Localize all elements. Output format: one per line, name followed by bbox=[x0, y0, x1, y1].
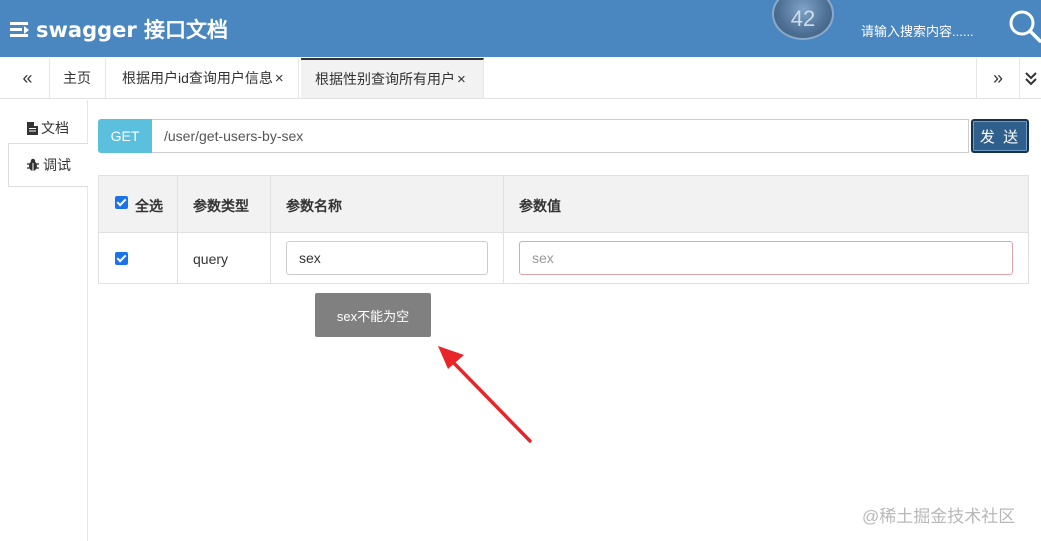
tab-label: 根据用户id查询用户信息 bbox=[122, 70, 273, 86]
tab-label: 根据性别查询所有用户 bbox=[315, 71, 455, 87]
close-icon[interactable]: × bbox=[457, 71, 466, 88]
side-tab-label: 文档 bbox=[41, 120, 69, 136]
badge-value: 42 bbox=[790, 6, 816, 31]
send-button[interactable]: 发 送 bbox=[971, 119, 1029, 153]
header-param-value: 参数值 bbox=[519, 198, 561, 214]
progress-badge: 42 bbox=[772, 0, 834, 40]
header-select-all: 全选 bbox=[135, 198, 163, 214]
url-input[interactable]: /user/get-users-by-sex bbox=[152, 119, 969, 153]
bug-icon bbox=[27, 158, 39, 171]
side-tab-debug[interactable]: 调试 bbox=[8, 143, 88, 187]
watermark: @稀土掘金技术社区 bbox=[862, 507, 1016, 526]
column-divider bbox=[99, 176, 178, 283]
param-name-field[interactable]: sex bbox=[286, 241, 488, 275]
tab-get-users-by-sex[interactable]: 根据性别查询所有用户 × bbox=[301, 58, 484, 98]
app-header: swagger 接口文档 42 请输入搜索内容...... bbox=[0, 0, 1041, 57]
double-chevron-right-icon: » bbox=[992, 67, 1003, 88]
annotation-arrow-icon bbox=[438, 346, 532, 443]
menu-icon[interactable] bbox=[10, 19, 30, 39]
logo[interactable]: swagger 接口文档 bbox=[10, 14, 228, 44]
header-param-type: 参数类型 bbox=[193, 198, 249, 214]
double-chevron-down-icon bbox=[1024, 72, 1037, 86]
tab-home[interactable]: 主页 bbox=[49, 58, 106, 98]
row-checkbox[interactable] bbox=[115, 252, 128, 265]
tab-bar: « 主页 根据用户id查询用户信息 × 根据性别查询所有用户 × » bbox=[0, 58, 1041, 99]
tab-get-user-by-id[interactable]: 根据用户id查询用户信息 × bbox=[108, 58, 299, 98]
double-chevron-left-icon: « bbox=[22, 67, 33, 88]
close-icon[interactable]: × bbox=[275, 70, 284, 87]
app-title: swagger 接口文档 bbox=[36, 18, 229, 42]
search-icon[interactable] bbox=[1008, 9, 1041, 43]
tab-scroll-left-button[interactable]: « bbox=[6, 58, 50, 98]
tab-label: 主页 bbox=[63, 70, 91, 86]
tab-scroll-right-button[interactable]: » bbox=[976, 58, 1020, 98]
document-icon bbox=[27, 121, 38, 135]
param-value-input[interactable]: sex bbox=[519, 241, 1013, 275]
side-tab-label: 调试 bbox=[43, 157, 71, 173]
validation-tooltip: sex不能为空 bbox=[315, 293, 431, 337]
http-method-badge: GET bbox=[98, 119, 152, 153]
tab-menu-button[interactable] bbox=[1020, 58, 1041, 98]
params-table: 全选 参数类型 参数名称 参数值 query sex sex bbox=[98, 175, 1029, 284]
select-all-checkbox[interactable] bbox=[115, 196, 128, 209]
side-tabs: 文档 调试 bbox=[0, 100, 88, 541]
header-param-name: 参数名称 bbox=[286, 198, 342, 214]
search-input[interactable]: 请输入搜索内容...... bbox=[861, 21, 974, 40]
param-type: query bbox=[193, 251, 229, 267]
